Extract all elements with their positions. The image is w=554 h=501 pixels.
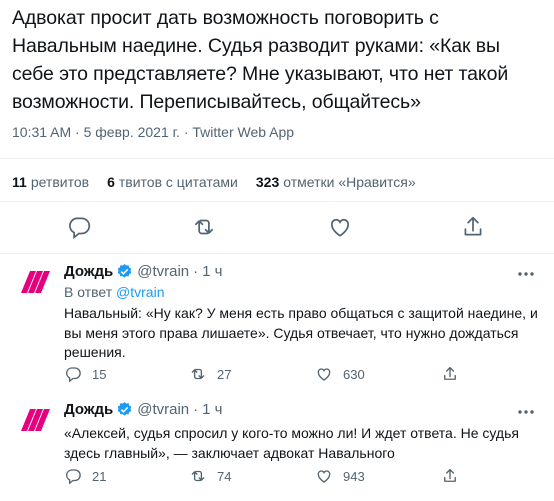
divider (0, 201, 554, 202)
reply-to-prefix: В ответ (64, 284, 113, 300)
retweet-icon (191, 368, 205, 380)
avatar[interactable] (12, 262, 52, 302)
reply-header: Дождь @tvrain · 1 ч (64, 263, 222, 280)
share-button[interactable] (460, 214, 486, 240)
author-handle[interactable]: @tvrain (137, 401, 189, 418)
more-icon[interactable] (516, 264, 536, 284)
likes-count: 323 (255, 174, 280, 190)
like-icon (331, 218, 349, 237)
tvrain-logo (21, 409, 50, 431)
divider (0, 158, 554, 159)
retweets-stat[interactable]: 11 ретвитов (12, 174, 89, 190)
tweet-actions (0, 214, 554, 244)
reply-header: Дождь @tvrain · 1 ч (64, 401, 222, 418)
reply-button[interactable] (66, 214, 92, 240)
reply-actions: 21 74 943 (64, 467, 534, 489)
reply-text: Навальный: «Ну как? У меня есть право об… (64, 305, 538, 360)
reply-button[interactable]: 15 (64, 365, 106, 383)
retweet-icon (191, 470, 205, 482)
like-button[interactable]: 630 (315, 365, 365, 383)
reply-to-line: В ответ @tvrain (64, 284, 164, 300)
tweet-stats: 11 ретвитов 6 твитов с цитатами 323 отметки… (12, 174, 416, 190)
tweet-meta: 10:31 AM · 5 февр. 2021 г. · Twitter Web… (12, 124, 294, 140)
reply-icon (66, 367, 81, 383)
author-handle[interactable]: @tvrain (137, 263, 189, 280)
avatar[interactable] (12, 400, 52, 440)
like-count: 943 (343, 468, 365, 484)
separator: · (193, 401, 199, 418)
quotes-label: твитов с цитатами (118, 174, 238, 190)
reply-count: 21 (92, 468, 107, 484)
retweet-count: 74 (217, 468, 232, 484)
reply-to-handle[interactable]: @tvrain (116, 284, 164, 300)
divider (0, 253, 554, 254)
share-icon (464, 216, 482, 236)
more-icon[interactable] (516, 402, 536, 422)
like-icon (317, 368, 331, 381)
author-name[interactable]: Дождь (64, 401, 113, 418)
share-icon (444, 366, 456, 380)
retweets-label: ретвитов (30, 174, 90, 190)
tweet-source-link[interactable]: Twitter Web App (192, 124, 294, 140)
separator: · (75, 124, 80, 140)
retweet-button[interactable]: 27 (189, 365, 231, 383)
likes-label: отметки «Нравится» (283, 174, 416, 190)
reply-count: 15 (92, 366, 107, 382)
like-icon (317, 470, 331, 483)
retweet-button[interactable]: 74 (189, 467, 231, 485)
author-name[interactable]: Дождь (64, 263, 113, 280)
reply-icon (69, 217, 91, 240)
tweet-time-link[interactable]: 10:31 AM · 5 февр. 2021 г. (12, 124, 180, 140)
share-button[interactable] (441, 365, 469, 383)
quotes-stat[interactable]: 6 твитов с цитатами (107, 174, 238, 190)
reply-time[interactable]: 1 ч (202, 401, 222, 418)
likes-stat[interactable]: 323 отметки «Нравится» (256, 174, 416, 190)
reply-actions: 15 27 630 (64, 365, 534, 387)
retweet-button[interactable] (191, 214, 217, 240)
retweets-count: 11 (12, 174, 27, 190)
retweet-icon (195, 219, 213, 235)
like-count: 630 (343, 366, 365, 382)
like-button[interactable]: 943 (315, 467, 365, 485)
share-button[interactable] (441, 467, 469, 485)
verified-icon (117, 402, 132, 416)
verified-icon (117, 264, 132, 278)
separator: · (183, 124, 189, 140)
tweet-date: 5 февр. 2021 г. (83, 124, 180, 140)
tweet-text: Адвокат просит дать возможность поговори… (12, 7, 509, 113)
quotes-count: 6 (107, 174, 115, 190)
tvrain-logo (21, 271, 50, 293)
reply-button[interactable]: 21 (64, 467, 106, 485)
retweet-count: 27 (217, 366, 232, 382)
tweet-time: 10:31 AM (12, 124, 72, 140)
reply-text: «Алексей, судья спросил у кого-то можно … (64, 425, 519, 461)
reply-time[interactable]: 1 ч (202, 263, 222, 280)
separator: · (193, 263, 199, 280)
like-button[interactable] (327, 214, 353, 240)
reply-icon (66, 469, 81, 485)
share-icon (444, 468, 456, 482)
